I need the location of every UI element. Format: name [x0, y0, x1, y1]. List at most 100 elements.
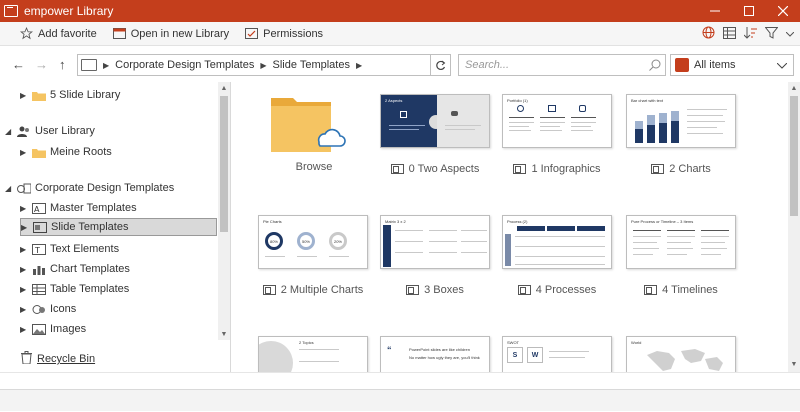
navigation-bar: ← → ↑ ▶ Corporate Design Templates ▶ Sli…: [0, 46, 800, 82]
template-tile-boxes[interactable]: Matrix 3 x 2 3 Boxes: [380, 215, 490, 296]
tree-item-images[interactable]: ▶ Images: [20, 320, 86, 338]
permissions-icon: [245, 28, 259, 39]
expand-arrow-icon[interactable]: ▶: [20, 91, 32, 100]
recycle-bin-icon: [20, 351, 33, 367]
folder-icon: [32, 146, 46, 158]
chevron-down-icon[interactable]: [785, 28, 795, 40]
folder-icon: [32, 89, 46, 101]
expand-arrow-icon[interactable]: ▶: [20, 245, 32, 254]
filter-icon[interactable]: [764, 26, 779, 42]
thumbnail-title: 2 Aspects: [385, 98, 403, 103]
scroll-up-icon[interactable]: ▲: [218, 82, 230, 94]
slide-template-icon: [390, 164, 404, 174]
tree-item-icons[interactable]: ▶ Icons: [20, 300, 76, 318]
slide-template-icon: [517, 285, 531, 295]
expand-arrow-icon[interactable]: ▶: [20, 305, 32, 314]
tree-item-label: Table Templates: [50, 283, 130, 295]
open-new-library-button[interactable]: Open in new Library: [112, 28, 229, 40]
template-thumbnail: World: [626, 336, 736, 372]
tile-label: 2 Multiple Charts: [280, 284, 364, 296]
template-tile-processes[interactable]: Process (2) 4 Processes: [502, 215, 612, 296]
minimize-button[interactable]: [698, 0, 732, 22]
template-tile-charts[interactable]: Bar chart with text 2 Charts: [626, 94, 736, 175]
close-button[interactable]: [766, 0, 800, 22]
tree-item-master-templates[interactable]: ▶ A Master Templates: [20, 199, 137, 217]
refresh-button[interactable]: [430, 55, 450, 75]
sidebar-scrollbar[interactable]: ▲ ▼: [218, 82, 230, 340]
grid-scrollbar[interactable]: ▲ ▼: [788, 82, 800, 372]
tree-item-label: Images: [50, 323, 87, 335]
tree-item-text-elements[interactable]: ▶ T Text Elements: [20, 240, 119, 258]
slide-template-icon: [644, 285, 658, 295]
tree-item-table-templates[interactable]: ▶ Table Templates: [20, 280, 129, 298]
search-input[interactable]: Search...: [458, 54, 666, 76]
thumbnail-title: Pie Charts: [263, 219, 282, 224]
template-tile-multiple-charts[interactable]: Pie Charts 80% 50% 20% 2 Multiple Charts: [258, 215, 368, 296]
text-elements-icon: T: [32, 243, 46, 255]
add-favorite-button[interactable]: Add favorite: [20, 27, 97, 40]
scrollbar-thumb[interactable]: [220, 96, 228, 232]
sort-icon[interactable]: [743, 26, 757, 42]
tree-item-corporate-design-templates[interactable]: ◢ Corporate Design Templates: [5, 179, 174, 197]
maximize-icon: [744, 6, 754, 16]
browse-folder-icon: [259, 94, 369, 152]
up-arrow-icon[interactable]: ↑: [59, 57, 66, 72]
scroll-up-icon[interactable]: ▲: [788, 82, 800, 94]
back-arrow-icon[interactable]: ←: [12, 57, 25, 72]
window-icon: [112, 28, 126, 39]
tree-item-meine-roots[interactable]: ▶ Meine Roots: [20, 143, 112, 161]
template-tile-swot[interactable]: SWOT S W: [502, 336, 612, 372]
slide-template-icon: [262, 285, 276, 295]
scroll-down-icon[interactable]: ▼: [788, 358, 800, 370]
tile-label: 0 Two Aspects: [408, 163, 480, 175]
maximize-button[interactable]: [732, 0, 766, 22]
scroll-down-icon[interactable]: ▼: [218, 328, 230, 340]
quote-mark-icon: “: [387, 345, 392, 355]
tree-item-label: Chart Templates: [50, 263, 130, 275]
tree-item-5-slide-library[interactable]: ▶ 5 Slide Library: [20, 86, 120, 104]
expand-arrow-icon[interactable]: ▶: [20, 148, 32, 157]
items-filter-select[interactable]: All items: [670, 54, 794, 76]
tree-item-slide-templates[interactable]: ▶ Slide Templates: [20, 218, 217, 236]
tree-item-chart-templates[interactable]: ▶ Chart Templates: [20, 260, 130, 278]
svg-text:A: A: [34, 205, 40, 214]
recycle-bin-link[interactable]: Recycle Bin: [20, 351, 95, 367]
swot-letter: W: [527, 347, 543, 363]
breadcrumb-item[interactable]: Corporate Design Templates: [115, 59, 254, 71]
collapse-arrow-icon[interactable]: ◢: [5, 184, 17, 193]
template-tile-two-aspects[interactable]: 2 Aspects 0 Two Aspects: [380, 94, 490, 175]
globe-icon[interactable]: [702, 26, 715, 42]
search-icon[interactable]: [649, 59, 661, 74]
forward-arrow-icon[interactable]: →: [35, 57, 48, 72]
expand-arrow-icon[interactable]: ▶: [20, 265, 32, 274]
template-tile-infographics[interactable]: Portfolio (1) 1 Infographics: [502, 94, 612, 175]
filter-value: All items: [694, 59, 736, 71]
collapse-arrow-icon[interactable]: ◢: [5, 127, 17, 136]
tile-label: 1 Infographics: [531, 163, 601, 175]
table-templates-icon: [32, 283, 46, 295]
slide-template-icon: [406, 285, 420, 295]
tree-item-label: Icons: [50, 303, 77, 315]
expand-arrow-icon[interactable]: ▶: [20, 204, 32, 213]
tile-label: Browse: [295, 161, 333, 173]
breadcrumb-item[interactable]: Slide Templates: [273, 59, 350, 71]
template-tile-topics[interactable]: 2 Topics: [258, 336, 368, 372]
template-tile-world[interactable]: World: [626, 336, 736, 372]
expand-arrow-icon[interactable]: ▶: [20, 285, 32, 294]
browse-tile[interactable]: Browse: [259, 94, 369, 173]
expand-arrow-icon[interactable]: ▶: [20, 325, 32, 334]
template-thumbnail: Pie Charts 80% 50% 20%: [258, 215, 368, 269]
thumbnail-title: Matrix 3 x 2: [385, 219, 406, 224]
permissions-button[interactable]: Permissions: [245, 28, 323, 40]
template-tile-quote[interactable]: “ PowerPoint slides are like children No…: [380, 336, 490, 372]
close-icon: [778, 6, 788, 16]
template-tile-timelines[interactable]: Pure Process or Timeline – 3 Items 4 Tim…: [626, 215, 736, 296]
expand-arrow-icon[interactable]: ▶: [21, 223, 33, 232]
tree-item-user-library[interactable]: ◢ User Library: [5, 122, 95, 140]
thumbnail-title: Bar chart with text: [631, 98, 664, 103]
breadcrumb[interactable]: ▶ Corporate Design Templates ▶ Slide Tem…: [77, 54, 451, 76]
tile-label: 4 Timelines: [662, 284, 718, 296]
grid-view-icon[interactable]: [723, 26, 736, 42]
scrollbar-thumb[interactable]: [790, 96, 798, 216]
master-templates-icon: A: [32, 202, 46, 214]
